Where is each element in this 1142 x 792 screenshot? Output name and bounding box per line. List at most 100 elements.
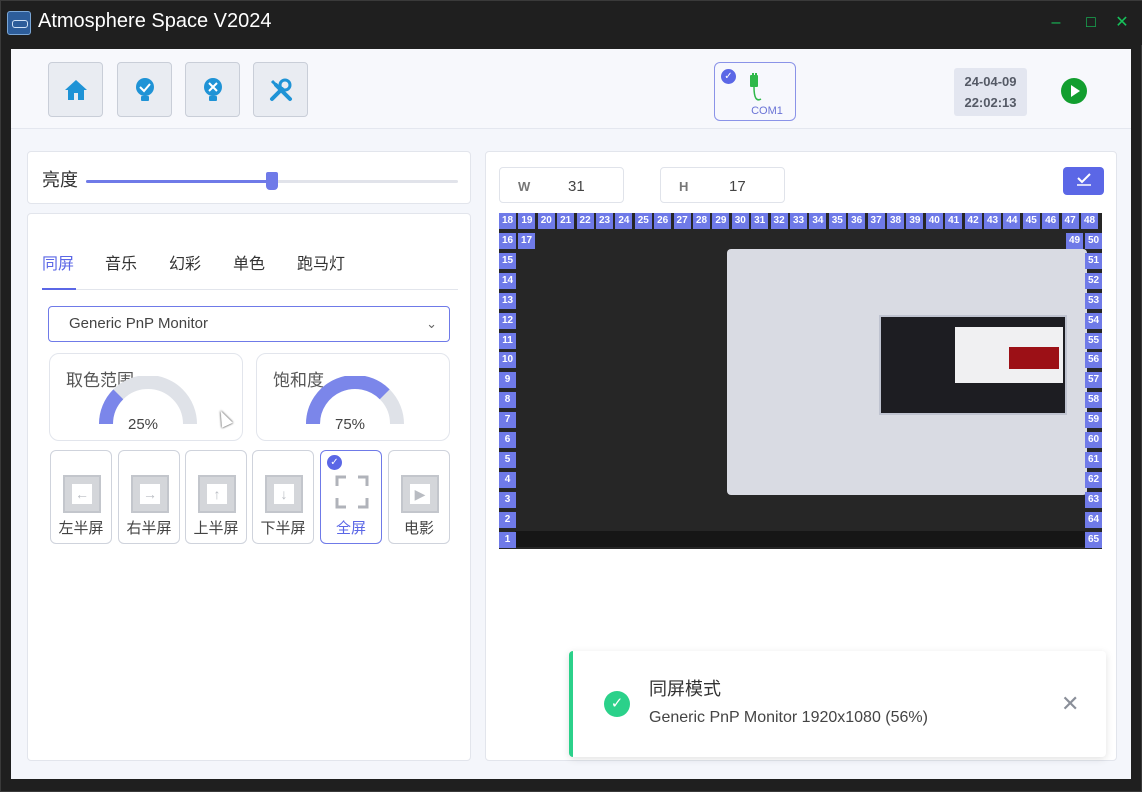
- mode-label: 下半屏: [260, 519, 306, 537]
- app-window: Atmosphere Space V2024 – □ ✕ ✓ COM1 24-0…: [0, 0, 1142, 792]
- led-right: 56: [1085, 352, 1102, 369]
- brightness-slider[interactable]: [86, 172, 458, 190]
- led-top: 47: [1061, 213, 1079, 229]
- screen-capture-taskbar: [515, 531, 1085, 547]
- chevron-down-icon: ⌄: [426, 316, 437, 331]
- height-value: 17: [729, 178, 746, 195]
- close-icon[interactable]: ✕: [1061, 691, 1079, 717]
- saturation-gauge[interactable]: 饱和度 75%: [256, 353, 450, 441]
- movie-icon: ▶: [401, 475, 439, 513]
- mode-label: 全屏: [335, 519, 366, 537]
- gauge-value: 25%: [128, 416, 159, 433]
- led-left: 2: [499, 511, 516, 528]
- width-label: W: [518, 179, 531, 194]
- led-top: 23: [596, 213, 613, 229]
- light-on-button[interactable]: [117, 62, 172, 117]
- led-top: 38: [887, 213, 904, 229]
- led-top: 21: [557, 213, 575, 229]
- led-left: 12: [499, 312, 516, 329]
- com-port-label: COM1: [751, 105, 783, 117]
- home-button[interactable]: [48, 62, 103, 117]
- toast-title: 同屏模式: [649, 679, 721, 700]
- led-right: 53: [1085, 292, 1102, 309]
- height-field[interactable]: H 17: [660, 167, 785, 203]
- bottom-half-icon: ↓: [265, 475, 303, 513]
- color-range-gauge[interactable]: 取色范围 25%: [49, 353, 243, 441]
- minimize-button[interactable]: –: [1046, 13, 1066, 33]
- led-right: 64: [1085, 511, 1102, 528]
- tab-mirror[interactable]: 同屏: [42, 250, 74, 274]
- led-top: 31: [751, 213, 769, 229]
- led-right: 52: [1085, 272, 1102, 289]
- led-top: 19: [518, 213, 536, 229]
- mode-movie[interactable]: ▶ 电影: [388, 450, 450, 544]
- right-half-icon: →: [131, 475, 169, 513]
- led-top: 46: [1042, 213, 1060, 229]
- apply-button[interactable]: [1063, 167, 1104, 195]
- led-top: 35: [828, 213, 846, 229]
- light-off-button[interactable]: [185, 62, 240, 117]
- led-right: 58: [1085, 392, 1102, 409]
- led-left: 4: [499, 471, 516, 488]
- led-top: 43: [984, 213, 1001, 229]
- tab-music[interactable]: 音乐: [105, 250, 137, 274]
- slider-thumb[interactable]: [266, 172, 278, 190]
- toolbar: ✓ COM1 24-04-09 22:02:13: [11, 49, 1131, 129]
- brightness-label: 亮度: [42, 170, 78, 191]
- width-field[interactable]: W 31: [499, 167, 624, 203]
- fullscreen-icon: [335, 475, 369, 509]
- led-top: 34: [809, 213, 827, 229]
- led-right: 59: [1085, 412, 1102, 429]
- success-check-icon: ✓: [604, 691, 630, 717]
- title-bar: Atmosphere Space V2024 – □ ✕: [1, 1, 1142, 45]
- monitor-select[interactable]: Generic PnP Monitor ⌄: [48, 306, 450, 342]
- tools-button[interactable]: [253, 62, 308, 117]
- led-left: 6: [499, 432, 516, 448]
- brightness-panel: 亮度: [27, 151, 471, 204]
- check-underline-icon: [1076, 173, 1091, 186]
- lightbulb-off-icon: [203, 77, 222, 101]
- time-text: 22:02:13: [964, 95, 1017, 110]
- led-right: 55: [1085, 332, 1102, 349]
- play-button[interactable]: [1061, 78, 1087, 104]
- app-logo-icon: [7, 11, 31, 35]
- led-top: 40: [925, 213, 943, 229]
- led-left: 8: [499, 392, 516, 409]
- led-right: 61: [1085, 451, 1102, 468]
- led-right: 60: [1085, 432, 1102, 448]
- led-left: 16: [499, 233, 516, 249]
- maximize-button[interactable]: □: [1081, 13, 1101, 33]
- mode-left-half[interactable]: ← 左半屏: [50, 450, 112, 544]
- mode-top-half[interactable]: ↑ 上半屏: [185, 450, 247, 544]
- led-left: 9: [499, 372, 516, 389]
- led-top: 22: [576, 213, 594, 229]
- close-button[interactable]: ✕: [1112, 13, 1132, 33]
- led-left: 7: [499, 412, 516, 429]
- led-right: 57: [1085, 372, 1102, 389]
- led-top: 36: [848, 213, 866, 229]
- led-top: 26: [654, 213, 672, 229]
- mode-bottom-half[interactable]: ↓ 下半屏: [252, 450, 314, 544]
- led-left: 15: [499, 252, 516, 269]
- led-left: 5: [499, 451, 516, 468]
- tab-colorful[interactable]: 幻彩: [169, 250, 201, 274]
- tab-single-color[interactable]: 单色: [233, 250, 265, 274]
- mode-fullscreen[interactable]: ✓ 全屏: [320, 450, 382, 544]
- led-top: 42: [964, 213, 982, 229]
- datetime-display: 24-04-09 22:02:13: [954, 68, 1027, 116]
- check-icon: ✓: [721, 69, 736, 84]
- toast-message: Generic PnP Monitor 1920x1080 (56%): [649, 709, 928, 726]
- mode-label: 右半屏: [126, 519, 172, 537]
- active-tab-indicator: [42, 288, 76, 290]
- tab-marquee[interactable]: 跑马灯: [297, 250, 345, 274]
- com-port-status[interactable]: ✓ COM1: [714, 62, 796, 121]
- width-value: 31: [568, 178, 585, 195]
- led-top: 28: [693, 213, 710, 229]
- led-right: 54: [1085, 312, 1102, 329]
- tab-bar: 同屏 音乐 幻彩 单色 跑马灯: [42, 244, 458, 290]
- left-half-icon: ←: [63, 475, 101, 513]
- mode-right-half[interactable]: → 右半屏: [118, 450, 180, 544]
- gauge-value: 75%: [335, 416, 366, 433]
- screen-capture-highlight: [1009, 347, 1059, 369]
- led-left: 1: [499, 531, 516, 548]
